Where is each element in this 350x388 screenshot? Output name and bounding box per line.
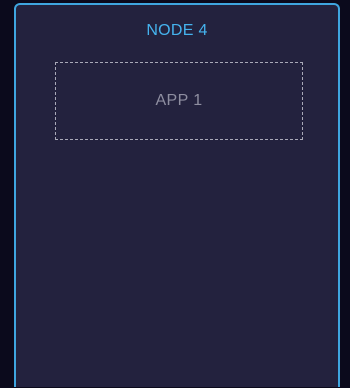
app-label: APP 1 <box>155 92 203 109</box>
app-slot[interactable]: APP 1 <box>55 62 303 140</box>
node-card[interactable]: NODE 4 APP 1 <box>14 3 340 387</box>
node-title: NODE 4 <box>146 22 208 39</box>
